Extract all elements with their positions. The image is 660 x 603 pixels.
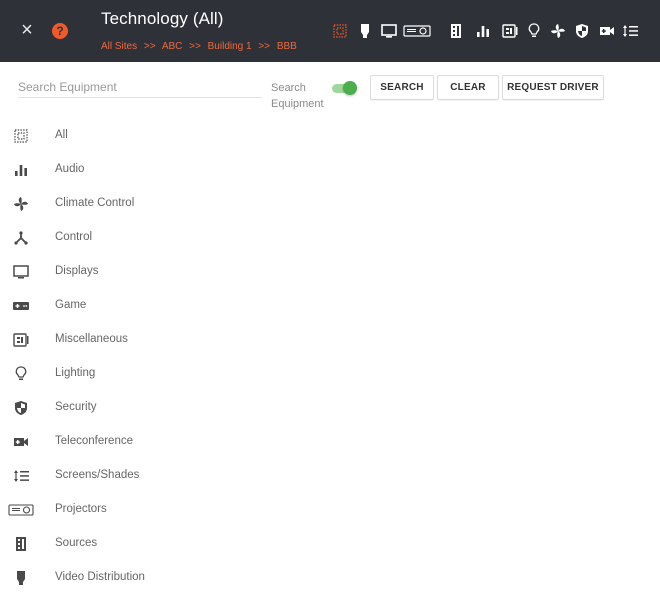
display-icon [11, 262, 31, 282]
breadcrumb-all-sites[interactable]: All Sites [101, 41, 137, 52]
help-icon[interactable]: ? [52, 23, 68, 39]
breadcrumb-building-1[interactable]: Building 1 [208, 41, 252, 52]
category-item-game[interactable]: Game [0, 291, 300, 321]
screens-shades-icon[interactable] [621, 20, 639, 42]
security-icon[interactable] [574, 20, 590, 42]
breadcrumb: All Sites >> ABC >> Building 1 >> BBB [101, 41, 301, 52]
breadcrumb-separator: >> [189, 41, 201, 52]
category-item-all[interactable]: All [0, 121, 300, 151]
sources-icon[interactable] [447, 20, 465, 42]
video-distribution-icon [11, 568, 31, 588]
search-button[interactable]: SEARCH [370, 75, 434, 100]
page-title: Technology (All) [101, 9, 224, 28]
security-icon [11, 398, 31, 418]
category-item-miscellaneous[interactable]: Miscellaneous [0, 325, 300, 355]
category-label: Miscellaneous [55, 333, 128, 345]
breadcrumb-abc[interactable]: ABC [162, 41, 183, 52]
projector-icon[interactable] [401, 20, 433, 42]
breadcrumb-separator: >> [143, 41, 156, 52]
video-distribution-icon[interactable] [356, 20, 374, 42]
request-driver-button[interactable]: REQUEST DRIVER [502, 75, 604, 100]
category-item-control[interactable]: Control [0, 223, 300, 253]
teleconference-icon[interactable] [598, 20, 616, 42]
category-label: Audio [55, 163, 85, 175]
miscellaneous-icon[interactable] [501, 20, 519, 42]
display-icon[interactable] [380, 20, 398, 42]
category-item-screens-shades[interactable]: Screens/Shades [0, 461, 300, 491]
category-label: Climate Control [55, 197, 135, 209]
search-equipment-toggle-label: Search Equipment [271, 82, 324, 110]
category-item-security[interactable]: Security [0, 393, 300, 423]
category-item-audio[interactable]: Audio [0, 155, 300, 185]
screens-shades-icon [11, 466, 31, 486]
category-item-sources[interactable]: Sources [0, 529, 300, 559]
category-label: Projectors [55, 503, 107, 515]
category-label: Sources [55, 537, 98, 549]
breadcrumb-bbb[interactable]: BBB [277, 41, 297, 52]
climate-icon[interactable] [549, 20, 567, 42]
category-label: Security [55, 401, 97, 413]
category-label: Lighting [55, 367, 96, 379]
lighting-icon [11, 364, 31, 384]
category-item-climate-control[interactable]: Climate Control [0, 189, 300, 219]
all-icon [11, 126, 31, 146]
category-label: Game [55, 299, 87, 311]
close-icon[interactable]: × [18, 18, 36, 42]
teleconference-icon [11, 432, 31, 452]
clear-button[interactable]: CLEAR [437, 75, 499, 100]
search-equipment-input[interactable] [18, 76, 262, 98]
header-bar: × ? Technology (All) All Sites >> ABC >>… [0, 0, 660, 62]
category-item-lighting[interactable]: Lighting [0, 359, 300, 389]
category-item-displays[interactable]: Displays [0, 257, 300, 287]
game-icon [11, 296, 31, 316]
category-label: All [55, 129, 68, 141]
category-label: Screens/Shades [55, 469, 140, 481]
climate-icon [11, 194, 31, 214]
category-label: Displays [55, 265, 99, 277]
search-equipment-toggle[interactable] [330, 81, 357, 95]
category-label: Teleconference [55, 435, 133, 447]
audio-icon [11, 160, 31, 180]
audio-icon[interactable] [474, 20, 492, 42]
category-filter-toolbar [328, 20, 660, 42]
category-item-teleconference[interactable]: Teleconference [0, 427, 300, 457]
control-icon [11, 228, 31, 248]
projector-icon [8, 500, 34, 520]
category-item-video-distribution[interactable]: Video Distribution [0, 563, 300, 593]
category-item-projectors[interactable]: Projectors [0, 495, 300, 525]
miscellaneous-icon [11, 330, 31, 350]
category-label: Video Distribution [55, 571, 145, 583]
sources-icon [11, 534, 31, 554]
all-icon[interactable] [331, 20, 349, 42]
lighting-icon[interactable] [526, 20, 542, 42]
category-label: Control [55, 231, 93, 243]
breadcrumb-separator: >> [258, 41, 271, 52]
